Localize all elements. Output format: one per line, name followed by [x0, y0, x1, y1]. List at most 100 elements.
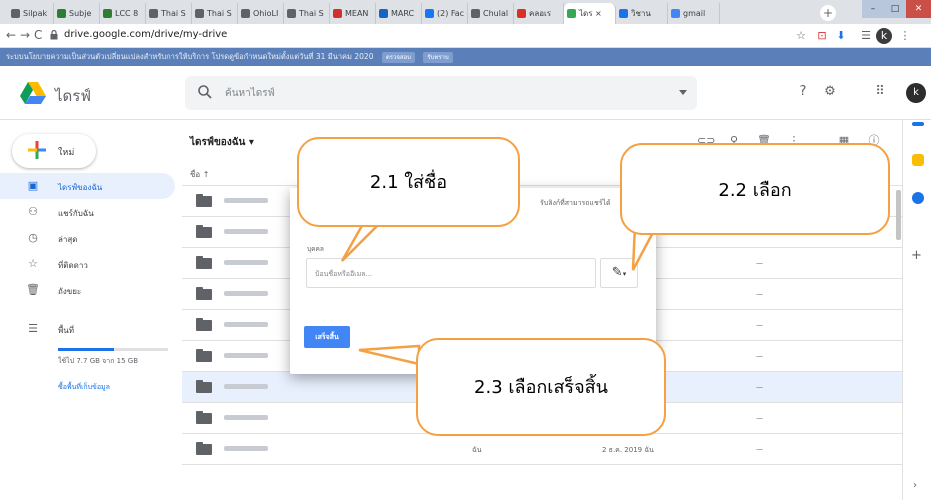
- browser-tab[interactable]: คลอเร: [514, 3, 564, 24]
- browser-tab[interactable]: MEAN: [330, 3, 376, 24]
- tab-favicon-icon: [57, 9, 66, 18]
- sidebar-item-shared[interactable]: ⚇ แชร์กับฉัน: [0, 199, 182, 225]
- tab-favicon-icon: [379, 9, 388, 18]
- file-size: —: [756, 259, 763, 267]
- browser-tab[interactable]: Thai S: [284, 3, 330, 24]
- url-text[interactable]: drive.google.com/drive/my-drive: [64, 29, 227, 40]
- avatar[interactable]: k: [906, 83, 926, 103]
- file-name-blurred: [224, 384, 268, 389]
- browser-tab[interactable]: Silpak: [8, 3, 54, 24]
- browser-tab[interactable]: MARC: [376, 3, 422, 24]
- file-name-blurred: [224, 322, 268, 327]
- apps-grid-icon[interactable]: ⠿: [872, 84, 888, 100]
- browser-tab[interactable]: LCC 8: [100, 3, 146, 24]
- search-options-icon[interactable]: [679, 90, 687, 95]
- tab-favicon-icon: [333, 9, 342, 18]
- file-size: —: [756, 290, 763, 298]
- file-size: —: [756, 414, 763, 422]
- browser-tab[interactable]: Thai S: [192, 3, 238, 24]
- browser-tab[interactable]: (2) Fac: [422, 3, 468, 24]
- folder-icon: [196, 411, 212, 424]
- sidebar-item-label: ไดรฟ์ของฉัน: [58, 183, 103, 192]
- pencil-icon: ✎: [611, 265, 623, 280]
- callout-step-2: 2.2 เลือก: [620, 143, 890, 235]
- sidebar-item-storage[interactable]: ☰ พื้นที่: [0, 316, 182, 342]
- tab-label: คลอเร: [529, 9, 552, 18]
- calendar-icon[interactable]: [912, 122, 924, 126]
- settings-gear-icon[interactable]: ⚙: [822, 84, 838, 100]
- tab-favicon-icon: [241, 9, 250, 18]
- menu-dots-icon[interactable]: ⋮: [897, 28, 913, 44]
- browser-tab[interactable]: ไดร ×: [564, 3, 616, 24]
- table-row[interactable]: ฉัน 2 ธ.ค. 2019 ฉัน —: [182, 434, 902, 465]
- buy-storage-link[interactable]: ซื้อพื้นที่เก็บข้อมูล: [58, 382, 110, 393]
- browser-tab[interactable]: Thai S: [146, 3, 192, 24]
- file-name-blurred: [224, 353, 268, 358]
- storage-bar: [58, 348, 168, 351]
- drive-logo-icon[interactable]: [20, 82, 46, 104]
- star-bookmark-icon[interactable]: ☆: [793, 28, 809, 44]
- sidebar-item-starred[interactable]: ☆ ที่ติดดาว: [0, 251, 182, 277]
- sidebar-item-recent[interactable]: ◷ ล่าสุด: [0, 225, 182, 251]
- browser-tab[interactable]: OhioLI: [238, 3, 284, 24]
- banner-review-button[interactable]: ตรวจสอบ: [381, 52, 415, 63]
- scrollbar[interactable]: [896, 190, 901, 240]
- add-addon-icon[interactable]: +: [911, 248, 922, 263]
- banner-ack-button[interactable]: รับทราบ: [423, 52, 453, 63]
- download-icon[interactable]: ⬇: [833, 28, 849, 44]
- sidebar-item-trash[interactable]: 🗑 ถังขยะ: [0, 277, 182, 303]
- storage-text: ใช้ไป 7.7 GB จาก 15 GB: [58, 357, 139, 365]
- dialog-title: รับลิงก์ที่สามารถแชร์ได้: [540, 199, 611, 207]
- banner-text: ระบบนโยบายความเป็นส่วนตัวเปลี่ยนแปลงสำหร…: [6, 52, 374, 61]
- drive-title: ไดรฟ์: [55, 87, 91, 105]
- tab-favicon-icon: [567, 9, 576, 18]
- reload-icon[interactable]: C: [34, 28, 42, 42]
- profile-icon[interactable]: k: [876, 28, 892, 44]
- sidebar-item-label: พื้นที่: [58, 326, 75, 335]
- done-button[interactable]: เสร็จสิ้น: [304, 326, 350, 348]
- reading-list-icon[interactable]: ☰: [858, 28, 874, 44]
- sidebar-item-my-drive[interactable]: ▣ ไดรฟ์ของฉัน: [0, 173, 175, 199]
- maximize-button[interactable]: □: [884, 0, 906, 18]
- tab-label: gmail: [683, 9, 706, 18]
- drive-header: ไดรฟ์ ค้นหาไดรฟ์ ? ⚙ ⠿ k: [0, 66, 931, 120]
- new-button[interactable]: ใหม่: [12, 134, 96, 168]
- back-icon[interactable]: ←: [6, 28, 16, 42]
- file-name-blurred: [224, 260, 268, 265]
- browser-tab[interactable]: Chulal: [468, 3, 514, 24]
- extension-icon[interactable]: ⊡: [814, 28, 830, 44]
- search-input[interactable]: ค้นหาไดรฟ์: [225, 86, 275, 101]
- callout-step-2-text: 2.2 เลือก: [718, 180, 792, 201]
- file-owner: ฉัน: [472, 446, 482, 454]
- keep-icon[interactable]: [912, 154, 924, 166]
- search-icon[interactable]: [197, 84, 213, 100]
- new-tab-button[interactable]: +: [820, 5, 836, 21]
- close-window-button[interactable]: ✕: [906, 0, 931, 18]
- notice-banner: ระบบนโยบายความเป็นส่วนตัวเปลี่ยนแปลงสำหร…: [0, 48, 931, 66]
- star-icon: ☆: [28, 257, 38, 270]
- tab-label: ไดร ×: [579, 9, 602, 18]
- browser-tab[interactable]: วิชาน: [616, 3, 668, 24]
- expand-chevron-icon[interactable]: ›: [913, 480, 917, 491]
- browser-tab[interactable]: gmail: [668, 3, 720, 24]
- minimize-button[interactable]: –: [862, 0, 884, 18]
- new-button-label: ใหม่: [58, 148, 75, 158]
- callout-step-1-text: 2.1 ใส่ชื่อ: [369, 172, 448, 193]
- file-name-blurred: [224, 198, 268, 203]
- sidebar-item-label: ถังขยะ: [58, 287, 82, 296]
- browser-tab-bar: Silpak Subje LCC 8 Thai S Thai S OhioLI Thai S…: [0, 0, 931, 24]
- search-box[interactable]: ค้นหาไดรฟ์: [185, 76, 697, 110]
- tab-label: Thai S: [299, 9, 324, 18]
- breadcrumb[interactable]: ไดรฟ์ของฉัน ▾: [190, 135, 254, 150]
- tasks-icon[interactable]: [912, 192, 924, 204]
- tab-label: MEAN: [345, 9, 369, 18]
- folder-icon: [196, 194, 212, 207]
- sidebar-item-label: ล่าสุด: [58, 235, 78, 244]
- browser-tab[interactable]: Subje: [54, 3, 100, 24]
- tab-label: LCC 8: [115, 9, 139, 18]
- forward-icon[interactable]: →: [20, 28, 30, 42]
- clock-icon: ◷: [28, 231, 38, 244]
- help-icon[interactable]: ?: [795, 84, 811, 100]
- dialog-subtitle: บุคคล: [307, 245, 324, 253]
- column-name[interactable]: ชื่อ ↑: [190, 168, 209, 181]
